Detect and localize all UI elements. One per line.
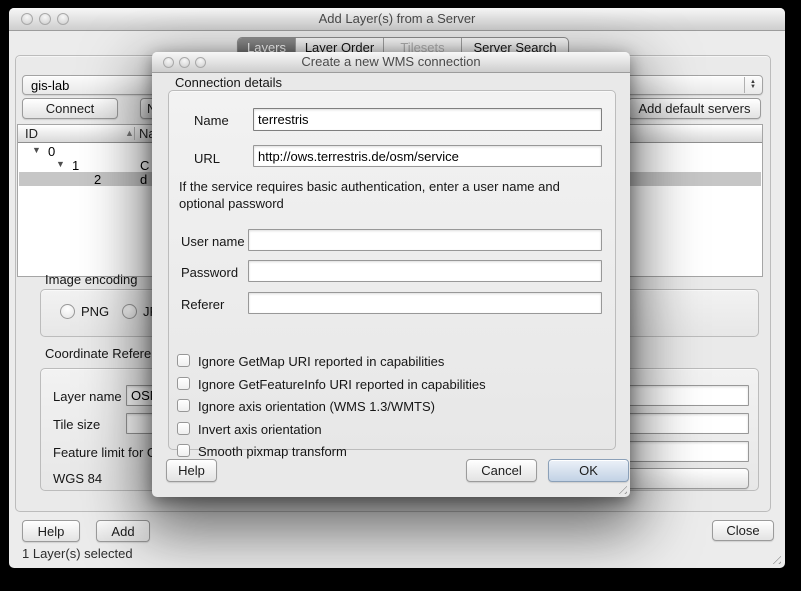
password-input[interactable]	[248, 260, 602, 282]
ignore-getfeatureinfo-checkbox[interactable]	[177, 377, 190, 390]
image-encoding-label: Image encoding	[45, 272, 138, 287]
status-text: 1 Layer(s) selected	[22, 546, 133, 561]
window-resize-grip[interactable]	[769, 552, 781, 564]
crs-value-label: WGS 84	[53, 471, 102, 486]
password-label: Password	[181, 265, 238, 280]
invert-axis-orientation-label: Invert axis orientation	[198, 422, 322, 437]
auth-note-text: If the service requires basic authentica…	[179, 178, 574, 212]
ignore-getmap-label: Ignore GetMap URI reported in capabiliti…	[198, 354, 444, 369]
connection-details-group: Name URL If the service requires basic a…	[168, 90, 616, 450]
url-label: URL	[194, 151, 220, 166]
png-radio-label: PNG	[81, 304, 109, 319]
main-titlebar[interactable]: Add Layer(s) from a Server	[9, 8, 785, 31]
disclosure-triangle-icon[interactable]: ▼	[32, 145, 41, 155]
window-title: Add Layer(s) from a Server	[9, 11, 785, 26]
name-label: Name	[194, 113, 229, 128]
close-button[interactable]: Close	[712, 520, 774, 541]
tile-size-label: Tile size	[53, 417, 100, 432]
referer-label: Referer	[181, 297, 224, 312]
ok-button[interactable]: OK	[548, 459, 629, 482]
combo-stepper-icon: ▲▼	[744, 77, 761, 93]
row-id: 0	[48, 144, 55, 159]
column-header-id[interactable]: ID	[25, 126, 38, 141]
username-input[interactable]	[248, 229, 602, 251]
ignore-getfeatureinfo-label: Ignore GetFeatureInfo URI reported in ca…	[198, 377, 486, 392]
modal-title: Create a new WMS connection	[152, 54, 630, 69]
jpeg-radio[interactable]	[122, 304, 137, 319]
smooth-pixmap-checkbox[interactable]	[177, 444, 190, 457]
ignore-axis-orientation-checkbox[interactable]	[177, 399, 190, 412]
disclosure-triangle-icon[interactable]: ▼	[56, 159, 65, 169]
screen: Add Layer(s) from a Server Layers Layer …	[0, 0, 801, 591]
row-name: C	[140, 158, 149, 173]
row-id: 1	[72, 158, 79, 173]
connect-button[interactable]: Connect	[22, 98, 118, 119]
url-input[interactable]	[253, 145, 602, 167]
row-name: d	[140, 172, 147, 187]
sort-ascending-icon: ▲	[125, 128, 134, 138]
help-button-modal[interactable]: Help	[166, 459, 217, 482]
png-radio[interactable]	[60, 304, 75, 319]
connection-details-label: Connection details	[175, 75, 282, 90]
cancel-button[interactable]: Cancel	[466, 459, 537, 482]
add-button[interactable]: Add	[96, 520, 150, 542]
row-id: 2	[94, 172, 101, 187]
invert-axis-orientation-checkbox[interactable]	[177, 422, 190, 435]
ignore-axis-orientation-label: Ignore axis orientation (WMS 1.3/WMTS)	[198, 399, 435, 414]
ignore-getmap-checkbox[interactable]	[177, 354, 190, 367]
layer-name-label: Layer name	[53, 389, 122, 404]
name-input[interactable]	[253, 108, 602, 131]
wms-connection-dialog: Create a new WMS connection Connection d…	[152, 52, 630, 497]
add-default-servers-button[interactable]: Add default servers	[628, 98, 761, 119]
modal-titlebar[interactable]: Create a new WMS connection	[152, 52, 630, 73]
column-divider[interactable]	[134, 127, 135, 140]
server-connection-value: gis-lab	[31, 78, 69, 93]
smooth-pixmap-label: Smooth pixmap transform	[198, 444, 347, 459]
dialog-resize-grip[interactable]	[615, 482, 627, 494]
help-button-main[interactable]: Help	[22, 520, 80, 542]
referer-input[interactable]	[248, 292, 602, 314]
username-label: User name	[181, 234, 245, 249]
